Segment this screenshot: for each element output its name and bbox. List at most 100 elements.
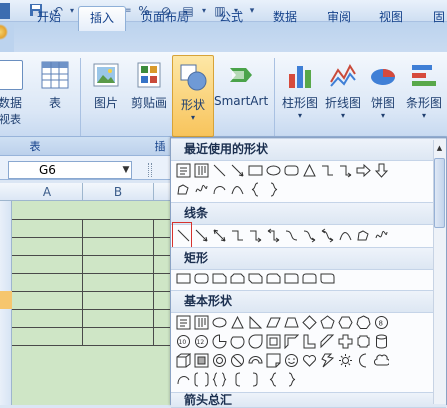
tab-data[interactable]: 数据 (262, 6, 308, 30)
elbow-arrow-shape-icon[interactable] (336, 161, 354, 179)
left-brace-shape-icon[interactable] (264, 370, 282, 388)
half-frame-shape-icon[interactable] (282, 332, 300, 350)
rounded-rectangle-shape-icon[interactable] (192, 269, 210, 287)
arrow-line-shape-icon[interactable] (228, 161, 246, 179)
cell-area[interactable] (12, 201, 175, 405)
curve-shape-icon[interactable] (336, 226, 354, 244)
decagon-shape-icon[interactable]: 10 (174, 332, 192, 350)
curve-shape-icon[interactable] (228, 180, 246, 198)
heart-shape-icon[interactable] (300, 351, 318, 369)
dodecagon-shape-icon[interactable]: 12 (192, 332, 210, 350)
triangle-shape-icon[interactable] (300, 161, 318, 179)
chord-shape-icon[interactable] (228, 332, 246, 350)
column-header-a[interactable]: A (12, 183, 83, 201)
lightning-bolt-shape-icon[interactable] (318, 351, 336, 369)
can-shape-icon[interactable] (372, 332, 390, 350)
pie-chart-button[interactable]: 饼图 ▾ (366, 60, 400, 120)
cloud-shape-icon[interactable] (372, 351, 390, 369)
arc-shape-icon[interactable] (210, 180, 228, 198)
trapezoid-shape-icon[interactable] (282, 313, 300, 331)
rectangle-shape-icon[interactable] (174, 269, 192, 287)
elbow-connector-shape-icon[interactable] (228, 226, 246, 244)
scribble-shape-icon[interactable] (372, 226, 390, 244)
line-shape-icon[interactable] (210, 161, 228, 179)
curved-double-arrow-shape-icon[interactable] (318, 226, 336, 244)
parallelogram-shape-icon[interactable] (264, 313, 282, 331)
name-box-dropdown-icon[interactable]: ▼ (120, 161, 132, 179)
block-arc-shape-icon[interactable] (246, 351, 264, 369)
table-button[interactable]: 表 (38, 60, 72, 111)
vertical-textbox-shape-icon[interactable] (192, 161, 210, 179)
frame-shape-icon[interactable] (264, 332, 282, 350)
textbox-shape-icon[interactable] (174, 161, 192, 179)
tab-more[interactable]: 固 (424, 6, 447, 30)
bevel-shape-icon[interactable] (192, 351, 210, 369)
bar-chart-button[interactable]: 条形图 ▾ (402, 60, 446, 120)
right-bracket-shape-icon[interactable] (246, 370, 264, 388)
diagonal-stripe-shape-icon[interactable] (318, 332, 336, 350)
pie-shape-icon[interactable] (210, 332, 228, 350)
clipart-button[interactable]: 剪贴画 (128, 60, 170, 111)
cross-shape-icon[interactable] (336, 332, 354, 350)
down-arrow-shape-icon[interactable] (372, 161, 390, 179)
textbox-shape-icon[interactable] (174, 313, 192, 331)
pentagon-shape-icon[interactable] (318, 313, 336, 331)
right-arrow-shape-icon[interactable] (354, 161, 372, 179)
oval-shape-icon[interactable] (264, 161, 282, 179)
curved-arrow-connector-shape-icon[interactable] (300, 226, 318, 244)
round-same-side-rectangle-shape-icon[interactable] (300, 269, 318, 287)
selected-row-header[interactable] (0, 291, 12, 309)
right-triangle-shape-icon[interactable] (246, 313, 264, 331)
double-arrow-line-shape-icon[interactable] (210, 226, 228, 244)
round-diagonal-rectangle-shape-icon[interactable] (318, 269, 336, 287)
name-box[interactable]: G6 (8, 161, 132, 179)
left-bracket-shape-icon[interactable] (228, 370, 246, 388)
freeform-shape-icon[interactable] (174, 180, 192, 198)
right-brace-shape-icon[interactable] (264, 180, 282, 198)
arc-shape-icon[interactable] (174, 370, 192, 388)
snip-corner-rectangle-shape-icon[interactable] (210, 269, 228, 287)
plaque-shape-icon[interactable] (354, 332, 372, 350)
double-bracket-shape-icon[interactable] (192, 370, 210, 388)
vertical-textbox-shape-icon[interactable] (192, 313, 210, 331)
line-chart-button[interactable]: 折线图 ▾ (322, 60, 364, 120)
heptagon-shape-icon[interactable] (354, 313, 372, 331)
pivot-table-button[interactable]: 数据 视表 (0, 60, 26, 127)
elbow-double-arrow-shape-icon[interactable] (264, 226, 282, 244)
picture-button[interactable]: 图片 (88, 60, 124, 111)
snip-round-rectangle-shape-icon[interactable] (264, 269, 282, 287)
shapes-button[interactable]: 形状 ▾ (172, 55, 214, 137)
freeform-shape-icon[interactable] (354, 226, 372, 244)
donut-shape-icon[interactable] (210, 351, 228, 369)
tab-page-layout[interactable]: 页面布局 (134, 6, 196, 30)
office-button-edge[interactable] (0, 3, 10, 19)
arrow-line-shape-icon[interactable] (192, 226, 210, 244)
tab-formulas[interactable]: 公式 (208, 6, 254, 30)
teardrop-shape-icon[interactable] (246, 332, 264, 350)
octagon-shape-icon[interactable]: 8 (372, 313, 390, 331)
scroll-up-icon[interactable]: ▲ (434, 141, 445, 155)
scribble-shape-icon[interactable] (192, 180, 210, 198)
snip-same-side-rectangle-shape-icon[interactable] (228, 269, 246, 287)
rectangle-shape-icon[interactable] (246, 161, 264, 179)
left-brace-shape-icon[interactable] (246, 180, 264, 198)
oval-shape-icon[interactable] (210, 313, 228, 331)
moon-shape-icon[interactable] (354, 351, 372, 369)
round-corner-rectangle-shape-icon[interactable] (282, 269, 300, 287)
curved-connector-shape-icon[interactable] (282, 226, 300, 244)
tab-home[interactable]: 开始 (26, 6, 72, 30)
tab-review[interactable]: 审阅 (316, 6, 362, 30)
formula-bar-splitter[interactable] (148, 163, 152, 177)
triangle-shape-icon[interactable] (228, 313, 246, 331)
smiley-face-shape-icon[interactable] (282, 351, 300, 369)
right-brace-shape-icon[interactable] (282, 370, 300, 388)
double-brace-shape-icon[interactable] (210, 370, 228, 388)
snip-diagonal-rectangle-shape-icon[interactable] (246, 269, 264, 287)
diamond-shape-icon[interactable] (300, 313, 318, 331)
elbow-connector-shape-icon[interactable] (318, 161, 336, 179)
tab-view[interactable]: 视图 (368, 6, 414, 30)
tab-insert[interactable]: 插入 (78, 6, 126, 31)
dropdown-scrollbar-thumb[interactable] (434, 158, 445, 228)
column-header-b[interactable]: B (83, 183, 154, 201)
no-symbol-shape-icon[interactable] (228, 351, 246, 369)
